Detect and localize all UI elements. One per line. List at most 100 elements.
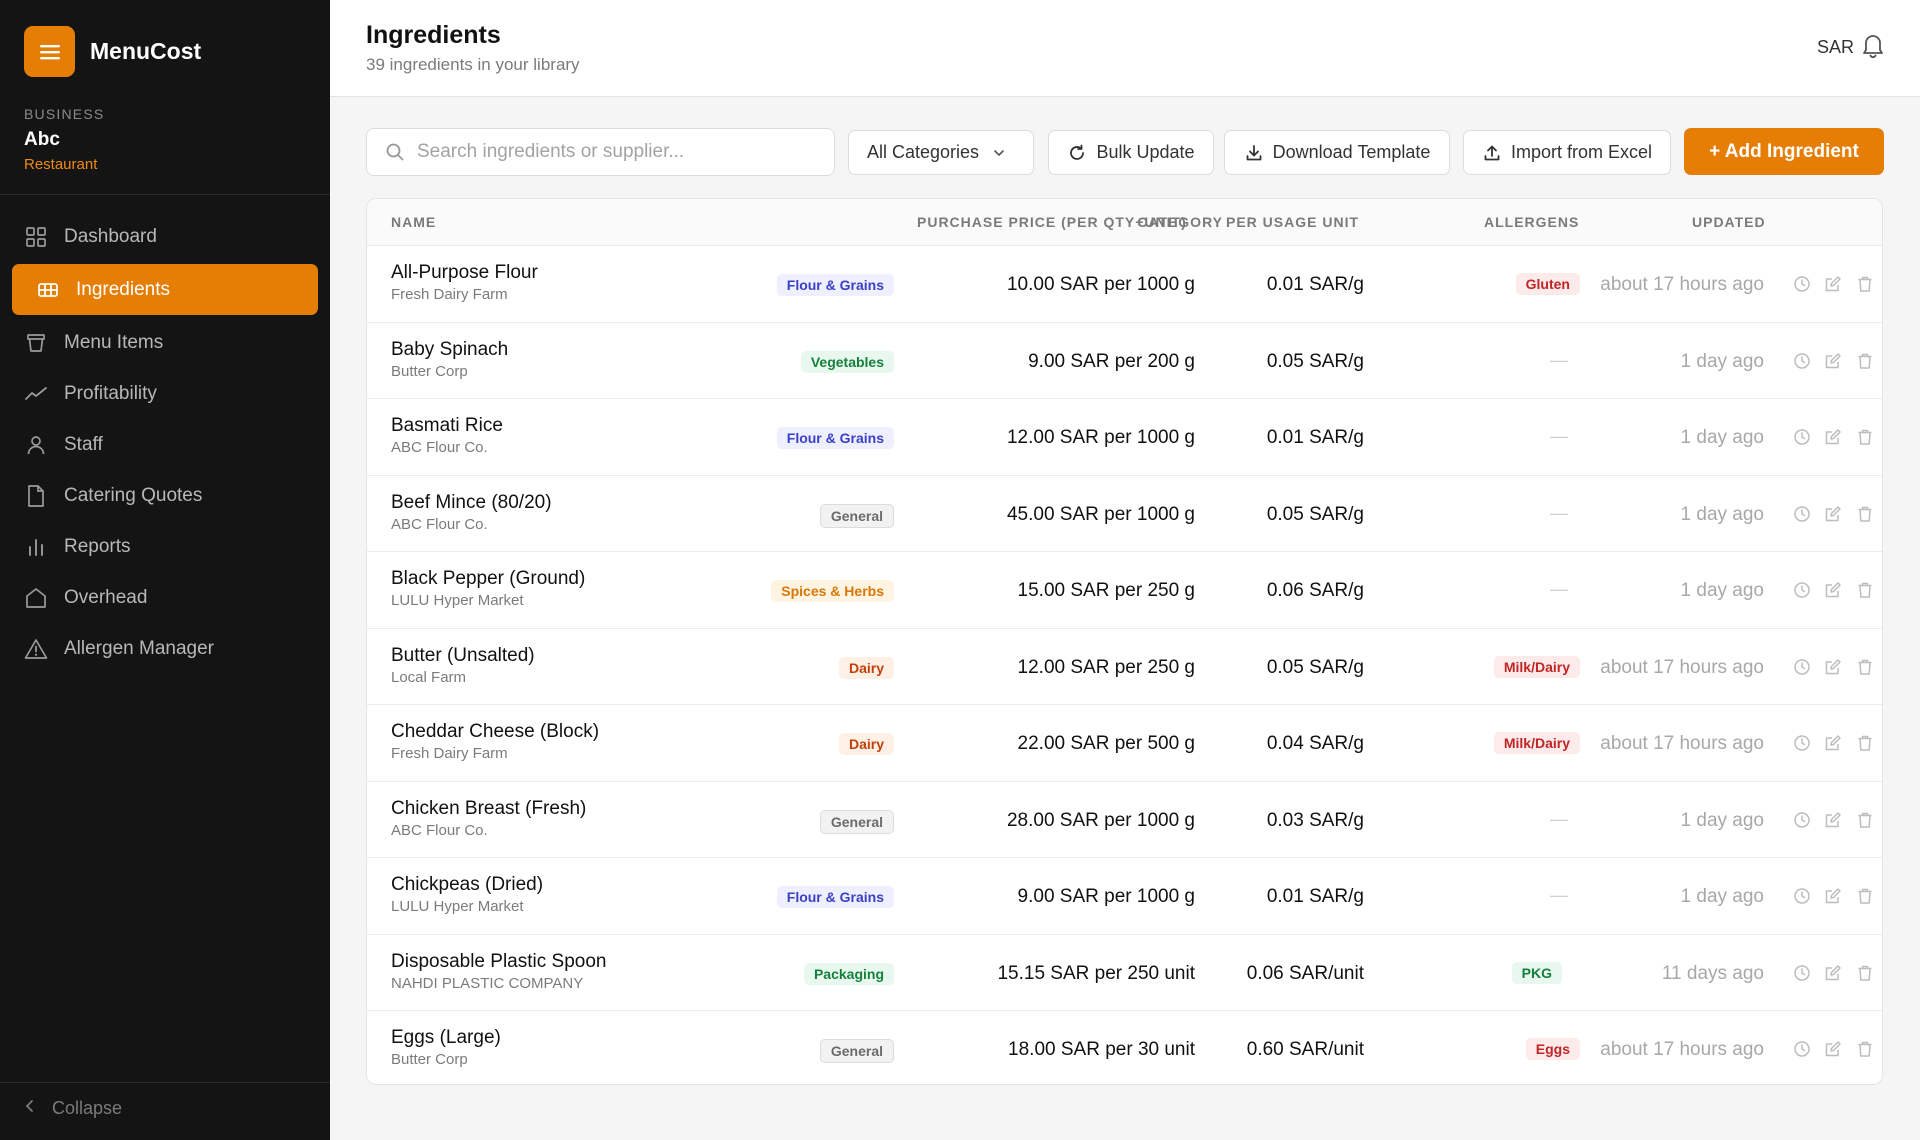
download-template-button[interactable]: Download Template xyxy=(1224,130,1450,175)
edit-button[interactable] xyxy=(1823,732,1843,754)
sidebar-item-reports[interactable]: Reports xyxy=(12,521,318,572)
sidebar-item-allergen-manager[interactable]: Allergen Manager xyxy=(12,623,318,674)
ingredient-name: Beef Mince (80/20) xyxy=(391,491,552,513)
column-header-purchase-price-label[interactable]: PURCHASE PRICE (PER QTY+UNIT) xyxy=(917,214,1187,230)
edit-button[interactable] xyxy=(1823,503,1843,525)
table-row[interactable]: Butter (Unsalted) Local Farm Dairy 12.00 SA… xyxy=(367,629,1882,705)
history-button[interactable] xyxy=(1792,350,1812,372)
table-row[interactable]: Chicken Breast (Fresh) ABC Flour Co. Gener… xyxy=(367,782,1882,858)
column-header-allergens[interactable]: ALLERGENS xyxy=(1484,214,1579,230)
purchase-price: 12.00 SAR per 250 g xyxy=(1017,656,1195,678)
edit-button[interactable] xyxy=(1823,962,1843,984)
trash-icon xyxy=(1856,964,1874,982)
menu-toggle-button[interactable] xyxy=(24,26,75,77)
bulk-update-label: Bulk Update xyxy=(1096,142,1195,162)
table-row[interactable]: Chickpeas (Dried) LULU Hyper Market Flour … xyxy=(367,858,1882,935)
category-badge: Dairy xyxy=(838,656,894,679)
delete-button[interactable] xyxy=(1855,809,1875,831)
edit-button[interactable] xyxy=(1823,426,1843,448)
ingredients-table: NAME CATEGORY PURCHASE PRICE (PER QTY+UN… xyxy=(366,198,1883,1085)
table-row[interactable]: Disposable Plastic Spoon NAHDI PLASTIC CO… xyxy=(367,935,1882,1011)
delete-button[interactable] xyxy=(1855,732,1875,754)
usage-unit-price: 0.04 SAR/g xyxy=(1266,733,1364,754)
edit-button[interactable] xyxy=(1823,885,1843,907)
delete-button[interactable] xyxy=(1855,579,1875,601)
ingredient-cell: Cheddar Cheese (Block) Fresh Dairy Farm xyxy=(391,721,599,762)
table-row[interactable]: Basmati Rice ABC Flour Co. Flour & Grains 1… xyxy=(367,399,1882,476)
edit-button[interactable] xyxy=(1823,579,1843,601)
edit-button[interactable] xyxy=(1823,273,1843,295)
allergen-empty: — xyxy=(1550,426,1568,446)
allergen-empty: — xyxy=(1550,502,1568,523)
hamburger-icon xyxy=(39,44,60,59)
delete-button[interactable] xyxy=(1855,1038,1875,1060)
import-excel-button[interactable]: Import from Excel xyxy=(1463,130,1671,175)
sidebar-item-dashboard[interactable]: Dashboard xyxy=(12,211,318,262)
history-button[interactable] xyxy=(1792,426,1812,448)
bulk-update-button[interactable]: Bulk Update xyxy=(1048,130,1214,175)
history-button[interactable] xyxy=(1792,809,1812,831)
category-badge: Flour & Grains xyxy=(776,274,894,296)
delete-button[interactable] xyxy=(1855,962,1875,984)
add-ingredient-button[interactable]: + Add Ingredient xyxy=(1684,128,1884,175)
history-button[interactable] xyxy=(1792,1038,1812,1060)
sidebar-item-overhead[interactable]: Overhead xyxy=(12,572,318,623)
edit-icon xyxy=(1824,1040,1842,1058)
allergen-empty: — xyxy=(1550,808,1568,829)
app-name: MenuCost xyxy=(90,38,202,64)
collapse-button[interactable]: Collapse xyxy=(24,1098,122,1119)
delete-button[interactable] xyxy=(1855,503,1875,525)
history-button[interactable] xyxy=(1792,732,1812,754)
ingredient-supplier: Fresh Dairy Farm xyxy=(391,286,508,303)
ingredient-name: Chickpeas (Dried) xyxy=(391,874,544,895)
delete-button[interactable] xyxy=(1855,656,1875,678)
column-header-updated[interactable]: UPDATED xyxy=(1692,214,1766,230)
currency-selector[interactable]: SAR xyxy=(1817,37,1854,58)
ingredient-cell: Butter (Unsalted) Local Farm xyxy=(391,645,535,686)
notifications-button[interactable] xyxy=(1860,31,1886,59)
edit-icon xyxy=(1824,811,1842,829)
history-button[interactable] xyxy=(1792,962,1812,984)
delete-button[interactable] xyxy=(1855,426,1875,448)
table-row[interactable]: Cheddar Cheese (Block) Fresh Dairy Farm Da… xyxy=(367,705,1882,782)
history-button[interactable] xyxy=(1792,503,1812,525)
history-button[interactable] xyxy=(1792,579,1812,601)
delete-button[interactable] xyxy=(1855,273,1875,295)
ingredient-supplier: ABC Flour Co. xyxy=(391,821,488,839)
delete-button[interactable] xyxy=(1855,350,1875,372)
category-filter[interactable]: All Categories xyxy=(848,130,1034,175)
purchase-price: 9.00 SAR per 1000 g xyxy=(1017,886,1195,907)
edit-button[interactable] xyxy=(1823,809,1843,831)
edit-button[interactable] xyxy=(1823,1038,1843,1060)
ingredient-cell: Baby Spinach Butter Corp xyxy=(391,339,508,380)
history-button[interactable] xyxy=(1792,273,1812,295)
edit-button[interactable] xyxy=(1823,350,1843,372)
table-row[interactable]: Beef Mince (80/20) ABC Flour Co. General 45… xyxy=(367,476,1882,552)
ingredient-cell: Chicken Breast (Fresh) ABC Flour Co. xyxy=(391,798,586,839)
delete-button[interactable] xyxy=(1855,885,1875,907)
sidebar-item-menu-items[interactable]: Menu Items xyxy=(12,317,318,368)
category-badge: Dairy xyxy=(838,733,894,755)
edit-button[interactable] xyxy=(1823,656,1843,678)
column-header-name[interactable]: NAME xyxy=(391,214,436,230)
table-row[interactable]: Baby Spinach Butter Corp Vegetables 9.00 SA… xyxy=(367,323,1882,399)
page-subtitle: 39 ingredients in your library xyxy=(366,55,580,74)
sidebar-item-profitability[interactable]: Profitability xyxy=(12,368,318,419)
usage-unit-price: 0.05 SAR/g xyxy=(1266,656,1364,678)
sidebar-item-ingredients[interactable]: Ingredients xyxy=(12,264,318,315)
search-input[interactable] xyxy=(417,141,817,163)
updated-time: about 17 hours ago xyxy=(1600,1039,1764,1060)
usage-unit-price: 0.01 SAR/g xyxy=(1266,274,1364,295)
table-row[interactable]: Eggs (Large) Butter Corp General 18.00 SAR … xyxy=(367,1011,1882,1084)
ingredient-name: Black Pepper (Ground) xyxy=(391,568,586,589)
edit-icon xyxy=(1824,964,1842,982)
table-row[interactable]: Black Pepper (Ground) LULU Hyper Market Sp… xyxy=(367,552,1882,629)
bar-chart-icon xyxy=(24,535,48,559)
history-button[interactable] xyxy=(1792,656,1812,678)
ingredient-supplier: NAHDI PLASTIC COMPANY xyxy=(391,974,584,992)
sidebar-item-staff[interactable]: Staff xyxy=(12,419,318,470)
sidebar-item-catering-quotes[interactable]: Catering Quotes xyxy=(12,470,318,521)
column-header-per-usage-unit[interactable]: PER USAGE UNIT xyxy=(1226,214,1359,230)
history-button[interactable] xyxy=(1792,885,1812,907)
table-row[interactable]: All-Purpose Flour Fresh Dairy Farm Flour &… xyxy=(367,246,1882,323)
